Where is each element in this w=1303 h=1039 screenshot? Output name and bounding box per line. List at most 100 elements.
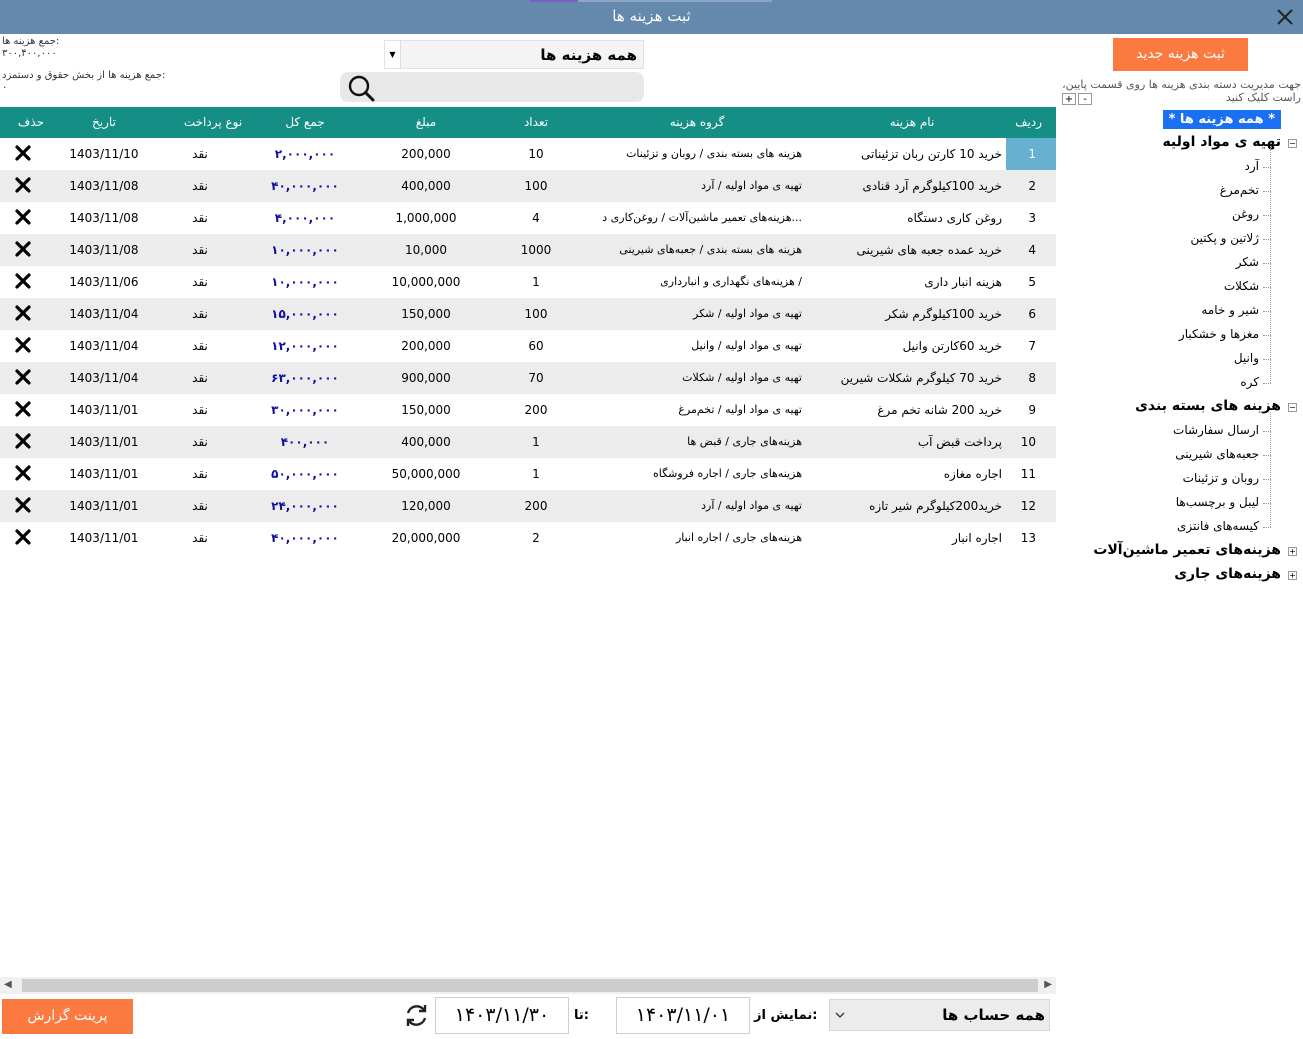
tree-root-all-expenses[interactable]: * همه هزینه ها * — [1162, 110, 1281, 129]
table-row[interactable]: 5 هزینه انبار داری هزینه‌های نگهداری و انب… — [0, 266, 1056, 298]
scroll-right-icon[interactable]: ▶ — [1044, 979, 1052, 990]
to-date-input[interactable]: ۱۴۰۳/۱۱/۳۰ — [435, 997, 569, 1034]
print-report-button[interactable]: پرینت گزارش — [2, 999, 133, 1034]
cell-row-number[interactable]: 3 — [1006, 211, 1056, 225]
delete-icon[interactable] — [10, 529, 36, 548]
tree-group[interactable]: هزینه‌های جاری — [1174, 566, 1281, 582]
table-row[interactable]: 3 روغن کاری دستگاه هزینه‌های تعمیر ماشین‌آ… — [0, 202, 1056, 234]
category-select[interactable]: ▼ همه هزینه ها — [384, 40, 644, 69]
tree-item[interactable]: کیسه‌های فانتزی — [1177, 519, 1259, 533]
delete-icon[interactable] — [10, 145, 36, 164]
tree-item[interactable]: آرد — [1245, 159, 1259, 173]
delete-icon[interactable] — [10, 209, 36, 228]
account-select[interactable]: همه حساب ها — [829, 999, 1050, 1031]
table-row[interactable]: 8 خرید 70 کیلوگرم شکلات شیرین تهیه ی مواد … — [0, 362, 1056, 394]
delete-icon[interactable] — [10, 401, 36, 420]
tree-item[interactable]: ارسال سفارشات — [1173, 423, 1259, 437]
tree-item[interactable]: مغزها و خشکبار — [1179, 327, 1259, 341]
tree-zoom-out-button[interactable]: - — [1078, 93, 1092, 105]
new-expense-button[interactable]: ثبت هزینه جدید — [1113, 38, 1248, 71]
tree-item[interactable]: تخم‌مرغ — [1220, 183, 1259, 197]
cell-row-number[interactable]: 2 — [1006, 179, 1056, 193]
cell-payment-type: نقد — [192, 147, 208, 161]
cell-row-number[interactable]: 12 — [1006, 499, 1056, 513]
tree-group[interactable]: تهیه ی مواد اولیه — [1162, 134, 1281, 150]
search-icon[interactable] — [346, 74, 376, 102]
chevron-down-icon[interactable] — [833, 1008, 847, 1022]
header-count[interactable]: تعداد — [496, 115, 576, 129]
table-row[interactable]: 13 اجاره انبار هزینه‌های جاری / اجاره انبا… — [0, 522, 1056, 554]
tree-expand-toggle[interactable]: + — [1288, 547, 1297, 556]
cell-count: 200 — [524, 499, 548, 513]
table-row[interactable]: 1 خرید 10 کارتن ربان تزئیناتی هزینه های بس… — [0, 138, 1056, 170]
tree-item[interactable]: لیبل و برچسب‌ها — [1176, 495, 1259, 509]
header-row-number[interactable]: ردیف — [1006, 115, 1056, 129]
delete-icon[interactable] — [10, 497, 36, 516]
cell-payment-type: نقد — [192, 339, 208, 353]
cell-row-number[interactable]: 13 — [1006, 531, 1056, 545]
table-row[interactable]: 10 پرداخت قبض آب هزینه‌های جاری / قبض ها 1 4… — [0, 426, 1056, 458]
tree-item[interactable]: شیر و خامه — [1201, 303, 1259, 317]
delete-icon[interactable] — [10, 465, 36, 484]
table-row[interactable]: 6 خرید 100کیلوگرم شکر تهیه ی مواد اولیه / … — [0, 298, 1056, 330]
header-total[interactable]: جمع کل — [255, 115, 355, 129]
cell-row-number[interactable]: 1 — [1006, 138, 1056, 170]
cell-row-number[interactable]: 6 — [1006, 307, 1056, 321]
cell-row-number[interactable]: 7 — [1006, 339, 1056, 353]
tree-group[interactable]: هزینه های بسته بندی — [1135, 398, 1281, 414]
table-row[interactable]: 4 خرید عمده جعبه های شیرینی هزینه های بسته… — [0, 234, 1056, 266]
cell-row-number[interactable]: 10 — [1006, 435, 1056, 449]
delete-icon[interactable] — [10, 369, 36, 388]
scrollbar-thumb[interactable] — [22, 979, 1038, 992]
close-icon[interactable] — [1273, 5, 1297, 29]
tree-item[interactable]: ژلاتین و پکتین — [1190, 231, 1259, 245]
search-input[interactable] — [384, 75, 638, 99]
tree-expand-toggle[interactable]: − — [1288, 139, 1297, 148]
header-amount[interactable]: مبلغ — [376, 115, 476, 129]
tree-item[interactable]: شکلات — [1224, 279, 1259, 293]
tree-zoom-in-button[interactable]: + — [1062, 93, 1076, 105]
cell-row-number[interactable]: 11 — [1006, 467, 1056, 481]
cell-row-number[interactable]: 4 — [1006, 243, 1056, 257]
refresh-icon[interactable] — [403, 1002, 430, 1029]
tree-item[interactable]: کره — [1240, 375, 1259, 389]
delete-icon[interactable] — [10, 177, 36, 196]
cell-count: 100 — [524, 179, 548, 193]
table-header: ردیف نام هزینه گروه هزینه تعداد مبلغ جمع… — [0, 107, 1056, 138]
tree-expand-toggle[interactable]: − — [1288, 403, 1297, 412]
table-row[interactable]: 11 اجاره مغازه هزینه‌های جاری / اجاره فروش… — [0, 458, 1056, 490]
cell-date: 1403/11/08 — [69, 211, 139, 225]
tree-item[interactable]: روبان و تزئینات — [1183, 471, 1259, 485]
header-payment-type[interactable]: نوع پرداخت — [178, 115, 248, 129]
expense-table: ردیف نام هزینه گروه هزینه تعداد مبلغ جمع… — [0, 107, 1056, 554]
table-row[interactable]: 9 خرید 200 شانه تخم مرغ تهیه ی مواد اولیه … — [0, 394, 1056, 426]
delete-icon[interactable] — [10, 433, 36, 452]
tree-item[interactable]: وانیل — [1234, 351, 1259, 365]
dropdown-arrow-icon[interactable]: ▼ — [385, 41, 401, 68]
cell-row-number[interactable]: 9 — [1006, 403, 1056, 417]
tree-expand-toggle[interactable]: + — [1288, 571, 1297, 580]
cell-row-number[interactable]: 8 — [1006, 371, 1056, 385]
horizontal-scrollbar[interactable]: ◀ ▶ — [0, 977, 1056, 994]
header-group[interactable]: گروه هزینه — [592, 115, 802, 129]
tree-item[interactable]: شکر — [1236, 255, 1259, 269]
cell-count: 4 — [532, 211, 540, 225]
delete-icon[interactable] — [10, 305, 36, 324]
tree-item[interactable]: جعبه‌های شیرینی — [1175, 447, 1259, 461]
header-delete[interactable]: حذف — [14, 115, 48, 129]
total-expense-value: ۳۰۰,۴۰۰,۰۰۰ — [2, 48, 57, 59]
delete-icon[interactable] — [10, 273, 36, 292]
cell-row-number[interactable]: 5 — [1006, 275, 1056, 289]
header-date[interactable]: تاریخ — [58, 115, 150, 129]
table-row[interactable]: 2 خرید 100کیلوگرم آرد قنادی تهیه ی مواد او… — [0, 170, 1056, 202]
scroll-left-icon[interactable]: ◀ — [4, 979, 12, 990]
table-row[interactable]: 7 خرید 60کارتن وانیل تهیه ی مواد اولیه / و… — [0, 330, 1056, 362]
delete-icon[interactable] — [10, 241, 36, 260]
table-row[interactable]: 12 خرید200کیلوگرم شیر تازه تهیه ی مواد اول… — [0, 490, 1056, 522]
delete-icon[interactable] — [10, 337, 36, 356]
header-name[interactable]: نام هزینه — [822, 115, 1002, 129]
tree-item[interactable]: روغن — [1232, 207, 1259, 221]
from-date-input[interactable]: ۱۴۰۳/۱۱/۰۱ — [616, 997, 750, 1034]
cell-name: اجاره انبار — [951, 531, 1002, 545]
tree-group[interactable]: هزینه‌های تعمیر ماشین‌آلات — [1093, 542, 1281, 558]
